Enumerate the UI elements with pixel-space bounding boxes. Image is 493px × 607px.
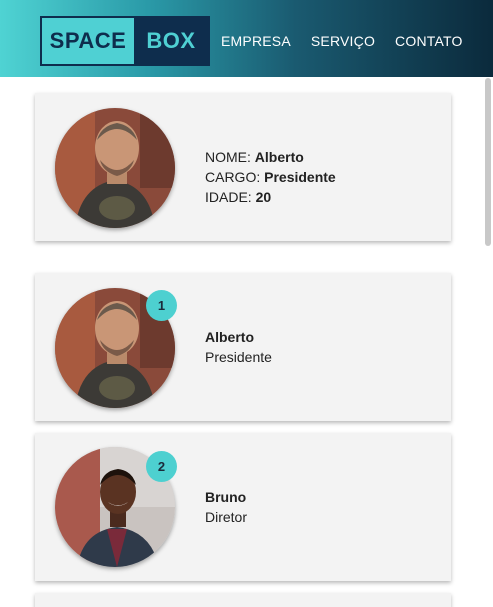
main-nav: EMPRESA SERVIÇO CONTATO: [221, 33, 463, 49]
member-role: Presidente: [205, 349, 272, 365]
member-card[interactable]: 2 Bruno Diretor: [35, 433, 451, 581]
logo-box: BOX: [134, 18, 208, 64]
member-info: Alberto Presidente: [205, 327, 272, 367]
member-name: Bruno: [205, 489, 247, 505]
nav-item-contato[interactable]: CONTATO: [395, 33, 463, 49]
rank-badge: 1: [146, 290, 177, 321]
profile-age: 20: [255, 189, 272, 205]
profile-info: NOME: Alberto CARGO: Presidente IDADE: 2…: [205, 147, 336, 207]
logo-space: SPACE: [42, 18, 134, 64]
profile-age-row: IDADE: 20: [205, 189, 272, 205]
top-header: SPACE BOX EMPRESA SERVIÇO CONTATO: [0, 0, 493, 77]
profile-name: Alberto: [254, 149, 304, 165]
member-info: Bruno Diretor: [205, 487, 247, 527]
member-role: Diretor: [205, 509, 248, 525]
profile-role-row: CARGO: Presidente: [205, 169, 336, 185]
nav-item-empresa[interactable]: EMPRESA: [221, 33, 291, 49]
profile-card: NOME: Alberto CARGO: Presidente IDADE: 2…: [35, 93, 451, 241]
nav-item-servico[interactable]: SERVIÇO: [311, 33, 375, 49]
scrollbar-thumb[interactable]: [485, 78, 491, 246]
member-card[interactable]: [35, 593, 451, 607]
profile-role: Presidente: [264, 169, 336, 185]
avatar-alberto: [55, 108, 175, 228]
member-name: Alberto: [205, 329, 254, 345]
rank-badge: 2: [146, 451, 177, 482]
member-card[interactable]: 1 Alberto Presidente: [35, 273, 451, 421]
profile-name-row: NOME: Alberto: [205, 149, 304, 165]
logo[interactable]: SPACE BOX: [40, 16, 210, 66]
